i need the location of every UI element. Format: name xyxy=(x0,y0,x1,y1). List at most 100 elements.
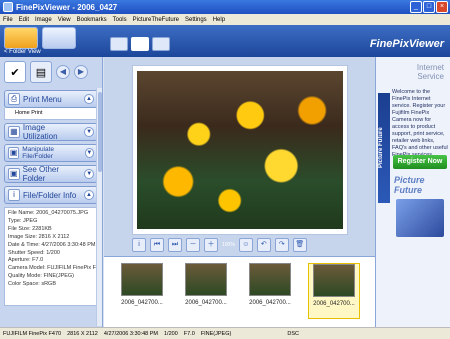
menu-help[interactable]: Help xyxy=(213,17,225,23)
minimize-button[interactable]: _ xyxy=(410,1,422,13)
thumbnail-caption: 2006_042700... xyxy=(121,300,163,306)
menu-image[interactable]: Image xyxy=(35,17,52,23)
close-button[interactable]: × xyxy=(436,1,448,13)
image-controls: i ⏮ ⏭ － ＋ 100% ☺ ↶ ↷ 🗑 xyxy=(104,237,375,253)
folder-icon: ▣ xyxy=(8,147,20,159)
folder-view-button[interactable] xyxy=(4,27,38,49)
rotate-right-icon[interactable]: ↷ xyxy=(274,238,289,252)
menu-view[interactable]: View xyxy=(58,17,71,23)
check-tool-icon[interactable]: ✔ xyxy=(4,61,26,83)
chevron-down-icon: ▼ xyxy=(84,148,94,158)
list-view-icon[interactable] xyxy=(152,37,170,51)
rotate-left-icon[interactable]: ↶ xyxy=(256,238,271,252)
status-aperture: F7.0 xyxy=(183,330,195,337)
folder-view-label: < Folder View xyxy=(4,49,41,55)
home-print-link[interactable]: Home Print xyxy=(4,108,98,120)
main-toolbar: < Folder View FinePixViewer xyxy=(0,25,450,57)
printer-icon: ⎙ xyxy=(8,93,20,105)
left-scrollbar[interactable] xyxy=(96,88,102,326)
info-icon: i xyxy=(8,189,20,201)
menu-file[interactable]: File xyxy=(3,17,13,23)
thumbnail-caption: 2006_042700... xyxy=(185,300,227,306)
zoom-level: 100% xyxy=(222,242,235,248)
welcome-text: Welcome to the FinePix Internet service.… xyxy=(392,89,448,158)
thumbnail-grid-icon[interactable] xyxy=(110,37,128,51)
chevron-down-icon: ▼ xyxy=(84,127,94,137)
chevron-up-icon: ▲ xyxy=(84,94,94,104)
chevron-down-icon: ▼ xyxy=(84,169,94,179)
picture-future-sidebar: Picture Future xyxy=(378,93,390,203)
menu-bookmarks[interactable]: Bookmarks xyxy=(77,17,107,23)
menu-tools[interactable]: Tools xyxy=(113,17,127,23)
info-icon[interactable]: i xyxy=(132,238,146,252)
thumbnail-image xyxy=(249,263,291,296)
forward-icon[interactable]: ▶ xyxy=(74,65,88,79)
folder-open-icon: ▣ xyxy=(8,168,20,180)
thumbnail-caption: 2006_042700... xyxy=(313,301,355,307)
promo-image[interactable] xyxy=(396,199,444,237)
image-icon: ▦ xyxy=(8,126,20,138)
daffodil-photo[interactable] xyxy=(137,71,343,229)
internet-service-panel: Internet Service Picture Future Welcome … xyxy=(375,57,450,327)
thumbnail[interactable]: 2006_042700... xyxy=(116,263,168,319)
thumbnail-caption: 2006_042700... xyxy=(249,300,291,306)
info-line: File Name: 2006_04270075.JPG xyxy=(8,210,89,216)
info-line: File Size: 2281KB xyxy=(8,225,52,232)
scroll-thumb[interactable] xyxy=(98,92,102,172)
zoom-in-icon[interactable]: ＋ xyxy=(204,238,218,252)
thumbnail-strip: 2006_042700... 2006_042700... 2006_04270… xyxy=(104,256,375,327)
menu-bar: File Edit Image View Bookmarks Tools Pic… xyxy=(0,14,450,25)
status-size: 2816 X 2112 xyxy=(67,330,98,337)
see-other-folder-button[interactable]: ▣ See Other Folder ▼ xyxy=(4,165,98,183)
file-info-list: File Name: 2006_04270075.JPG Type: JPEG … xyxy=(4,207,98,306)
info-line: Date & Time: 4/27/2006 3:30:48 PM xyxy=(8,241,96,248)
chevron-up-icon: ▲ xyxy=(84,190,94,200)
status-shutter: 1/200 xyxy=(164,330,178,337)
thumbnail[interactable]: 2006_042700... xyxy=(244,263,296,319)
preview-frame xyxy=(132,65,348,235)
register-now-button[interactable]: Register Now xyxy=(393,155,447,169)
image-utilization-button[interactable]: ▦ Image Utilization ▼ xyxy=(4,123,98,141)
center-panel: i ⏮ ⏭ － ＋ 100% ☺ ↶ ↷ 🗑 2006_042700... 20… xyxy=(104,57,375,327)
single-image-view-icon[interactable] xyxy=(131,37,149,51)
calendar-view-button[interactable] xyxy=(42,27,76,49)
picture-future-logo: Picture Future xyxy=(394,175,425,195)
thumbnail-image xyxy=(185,263,227,296)
status-camera: FUJIFILM FinePix F470 xyxy=(3,330,62,337)
menu-edit[interactable]: Edit xyxy=(19,17,29,23)
thumbnail-image xyxy=(121,263,163,296)
info-line: Aperture: F7.0 xyxy=(8,257,44,264)
info-line: Camera Model: FUJIFILM FinePix F470 xyxy=(8,265,98,272)
menu-settings[interactable]: Settings xyxy=(185,17,207,23)
first-image-icon[interactable]: ⏮ xyxy=(150,238,164,252)
brand-logo: FinePixViewer xyxy=(369,38,444,50)
last-image-icon[interactable]: ⏭ xyxy=(168,238,182,252)
info-line: Color Space: sRGB xyxy=(8,281,56,288)
folder-tool-icon[interactable]: ▤ xyxy=(30,61,52,83)
internet-service-title: Internet Service xyxy=(416,63,444,81)
zoom-out-icon[interactable]: － xyxy=(186,238,200,252)
thumbnail-selected[interactable]: 2006_042700... xyxy=(308,263,360,319)
manipulate-button[interactable]: ▣ Manipulate File/Folder ▼ xyxy=(4,144,98,162)
info-line: Type: JPEG xyxy=(8,217,38,224)
window-title: FinePixViewer - 2006_0427 xyxy=(16,2,118,12)
title-bar: FinePixViewer - 2006_0427 _ □ × xyxy=(0,0,450,14)
file-info-button[interactable]: i File/Folder Info ▲ xyxy=(4,186,98,204)
back-icon[interactable]: ◀ xyxy=(56,65,70,79)
menu-picturethefuture[interactable]: PictureTheFuture xyxy=(133,17,179,23)
status-bar: FUJIFILM FinePix F470 2816 X 2112 4/27/2… xyxy=(0,327,450,339)
print-menu-button[interactable]: ⎙ Print Menu ▲ xyxy=(4,90,98,108)
info-line: Quality Mode: FINE(JPEG) xyxy=(8,273,75,280)
left-panel: ✔ ▤ ◀ ▶ ⎙ Print Menu ▲ Home Print ▦ Imag… xyxy=(0,57,103,327)
status-quality: FINE(JPEG) xyxy=(200,330,232,337)
slideshow-icon[interactable]: ☺ xyxy=(238,238,253,252)
thumbnail-image xyxy=(313,264,355,297)
app-icon xyxy=(3,2,13,12)
thumbnail[interactable]: 2006_042700... xyxy=(180,263,232,319)
status-datetime: 4/27/2006 3:30:48 PM xyxy=(103,330,158,337)
maximize-button[interactable]: □ xyxy=(423,1,435,13)
info-line: Shutter Speed: 1/200 xyxy=(8,249,60,256)
status-dsc: DSC xyxy=(287,330,299,337)
trash-icon[interactable]: 🗑 xyxy=(292,238,307,252)
info-line: Image Size: 2816 X 2112 xyxy=(8,233,70,240)
